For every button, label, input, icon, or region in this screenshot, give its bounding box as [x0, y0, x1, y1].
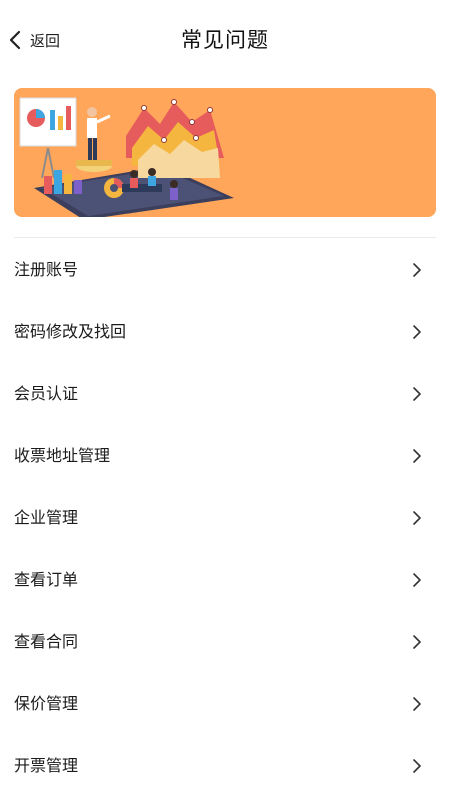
- faq-item-label: 开票管理: [14, 756, 79, 775]
- faq-item-label: 密码修改及找回: [14, 322, 127, 341]
- faq-item-password[interactable]: 密码修改及找回: [0, 300, 450, 362]
- chevron-right-icon: [412, 386, 422, 406]
- faq-item-label: 收票地址管理: [14, 446, 111, 465]
- faq-item-enterprise[interactable]: 企业管理: [0, 486, 450, 548]
- chevron-right-icon: [412, 262, 422, 282]
- faq-item-label: 企业管理: [14, 508, 79, 527]
- chevron-right-icon: [412, 758, 422, 778]
- header-bar: 返回 常见问题: [0, 0, 450, 80]
- faq-item-label: 查看订单: [14, 570, 79, 589]
- chevron-right-icon: [412, 634, 422, 654]
- faq-item-invoicing[interactable]: 开票管理: [0, 734, 450, 796]
- chevron-right-icon: [412, 696, 422, 716]
- chevron-right-icon: [412, 448, 422, 468]
- business-analytics-illustration: [19, 97, 234, 217]
- banner-image: [14, 88, 436, 217]
- page-title: 常见问题: [181, 28, 269, 52]
- chevron-right-icon: [412, 572, 422, 592]
- faq-item-label: 保价管理: [14, 694, 79, 713]
- faq-item-contracts[interactable]: 查看合同: [0, 610, 450, 672]
- chevron-right-icon: [412, 510, 422, 530]
- faq-list: 注册账号 密码修改及找回 会员认证 收票地址管理 企业管理 查看订单 查看合同 …: [0, 238, 450, 796]
- faq-item-invoice-address[interactable]: 收票地址管理: [0, 424, 450, 486]
- faq-item-label: 查看合同: [14, 632, 79, 651]
- faq-item-label: 注册账号: [14, 260, 79, 279]
- faq-item-orders[interactable]: 查看订单: [0, 548, 450, 610]
- faq-item-register[interactable]: 注册账号: [0, 238, 450, 300]
- faq-item-member-verification[interactable]: 会员认证: [0, 362, 450, 424]
- chevron-right-icon: [412, 324, 422, 344]
- faq-item-insured-value[interactable]: 保价管理: [0, 672, 450, 734]
- faq-item-label: 会员认证: [14, 384, 79, 403]
